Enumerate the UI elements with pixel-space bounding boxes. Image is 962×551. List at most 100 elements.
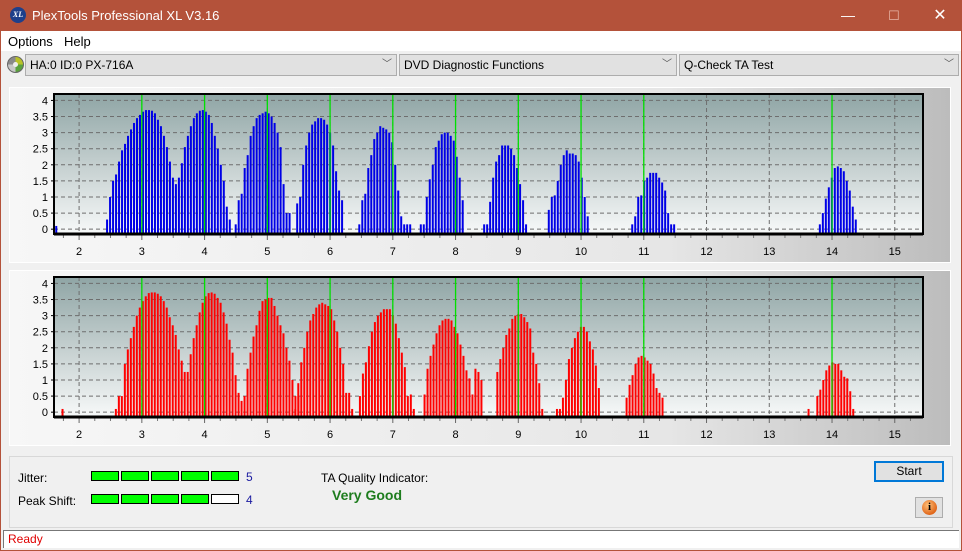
- test-select[interactable]: Q-Check TA Test ﹀: [679, 54, 959, 76]
- window-title: PlexTools Professional XL V3.16: [32, 8, 220, 23]
- bar: [646, 360, 649, 417]
- y-tick-label: 1.5: [33, 359, 48, 371]
- bar: [234, 375, 237, 417]
- bar: [312, 314, 315, 417]
- minimize-button[interactable]: —: [825, 0, 871, 31]
- x-tick-label: 6: [327, 429, 333, 441]
- bar: [306, 331, 309, 417]
- bottom-chart-panel: 0 0.5 1 1.5 2 2.5 3 3.5 4 2 3 4 5 6 7 8 9 10 11 12 13 14 15: [9, 270, 951, 446]
- function-select[interactable]: DVD Diagnostic Functions ﹀: [399, 54, 677, 76]
- bar: [258, 114, 261, 234]
- bar: [285, 347, 288, 417]
- function-select-value: DVD Diagnostic Functions: [404, 58, 545, 72]
- bar: [440, 134, 443, 234]
- bar: [538, 383, 541, 417]
- x-tick-label: 3: [139, 429, 145, 441]
- x-tick-label: 9: [515, 246, 521, 258]
- x-tick-label: 2: [76, 429, 82, 441]
- bar: [535, 363, 538, 417]
- bar: [180, 360, 183, 417]
- jitter-value: 5: [246, 470, 253, 484]
- menu-options[interactable]: Options: [8, 34, 53, 49]
- bar: [523, 317, 526, 417]
- bar: [561, 397, 564, 417]
- bar: [465, 370, 468, 417]
- close-button[interactable]: ✕: [917, 0, 962, 31]
- bar: [115, 174, 118, 234]
- bar: [252, 126, 255, 234]
- x-tick-label: 14: [826, 246, 838, 258]
- bar: [174, 334, 177, 417]
- maximize-button[interactable]: ☐: [871, 0, 917, 31]
- bar: [288, 213, 291, 234]
- bar: [840, 370, 843, 417]
- bar: [270, 116, 273, 234]
- bar: [168, 317, 171, 417]
- bar: [649, 363, 652, 417]
- bar: [162, 301, 165, 417]
- y-tick-label: 3.5: [33, 295, 48, 307]
- bar: [449, 135, 452, 234]
- device-select[interactable]: HA:0 ID:0 PX-716A ﹀: [25, 54, 397, 76]
- bar: [121, 150, 124, 234]
- peak-shift-segment: [211, 494, 239, 504]
- toolbar: HA:0 ID:0 PX-716A ﹀ DVD Diagnostic Funct…: [1, 51, 961, 79]
- bar: [367, 168, 370, 234]
- peak-shift-label: Peak Shift:: [18, 494, 77, 508]
- y-tick-label: 3: [42, 311, 48, 323]
- bar: [441, 320, 444, 417]
- bar: [364, 193, 367, 234]
- bar: [336, 331, 339, 417]
- bar: [597, 388, 600, 417]
- bar: [434, 147, 437, 234]
- bar: [219, 302, 222, 417]
- bar: [456, 333, 459, 417]
- app-window: XL PlexTools Professional XL V3.16 — ☐ ✕…: [1, 0, 961, 550]
- y-tick-label: 1: [42, 192, 48, 204]
- bar: [513, 155, 516, 234]
- y-tick-label: 2.5: [33, 144, 48, 156]
- x-tick-label: 13: [763, 246, 775, 258]
- bar: [849, 391, 852, 417]
- bar: [846, 378, 849, 417]
- bar: [276, 315, 279, 417]
- menu-help[interactable]: Help: [64, 34, 91, 49]
- bar: [640, 355, 643, 417]
- jitter-label: Jitter:: [18, 471, 48, 485]
- bar: [261, 301, 264, 417]
- start-button[interactable]: Start: [874, 461, 944, 482]
- bar: [583, 196, 586, 234]
- bar: [435, 333, 438, 417]
- bar: [816, 396, 819, 417]
- bar: [317, 118, 320, 234]
- bar: [570, 347, 573, 417]
- bar: [423, 394, 426, 417]
- bar: [504, 145, 507, 234]
- bar: [222, 180, 225, 234]
- bar: [553, 195, 556, 234]
- bar: [837, 363, 840, 417]
- bar: [388, 309, 391, 417]
- peak-shift-segment: [91, 494, 119, 504]
- bar: [594, 365, 597, 417]
- bar: [192, 118, 195, 234]
- bar: [120, 396, 123, 417]
- x-tick-label: 4: [202, 246, 208, 258]
- bar: [296, 203, 299, 234]
- bar: [550, 196, 553, 234]
- bar: [361, 373, 364, 417]
- info-button[interactable]: i: [915, 497, 943, 518]
- test-select-value: Q-Check TA Test: [684, 58, 774, 72]
- bar: [255, 325, 258, 417]
- x-tick-label: 8: [452, 246, 458, 258]
- bar: [213, 293, 216, 417]
- bar: [279, 147, 282, 234]
- x-tick-label: 3: [139, 246, 145, 258]
- bar: [216, 297, 219, 417]
- y-tick-label: 4: [42, 278, 48, 290]
- bar: [246, 368, 249, 417]
- peak-shift-segment: [121, 494, 149, 504]
- bar: [192, 338, 195, 417]
- bar: [394, 323, 397, 417]
- x-tick-label: 15: [889, 429, 901, 441]
